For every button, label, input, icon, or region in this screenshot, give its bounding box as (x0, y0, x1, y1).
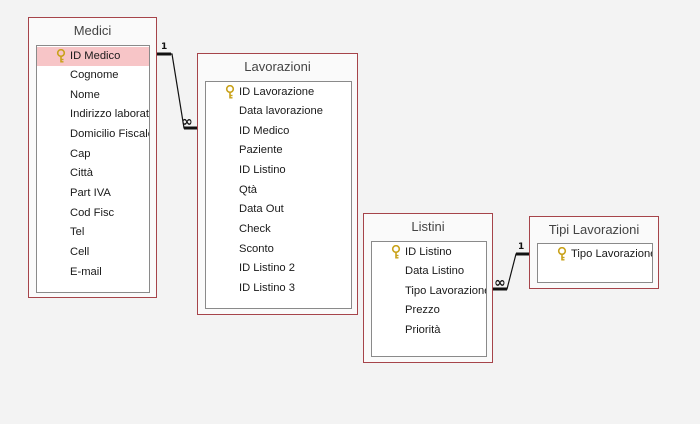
field-label: Indirizzo laborat (70, 108, 149, 120)
table-title[interactable]: Tipi Lavorazioni (530, 222, 658, 242)
field-label: E-mail (70, 266, 102, 278)
field-label: Tel (70, 226, 85, 238)
field-label: Nome (70, 89, 100, 101)
field-label: Prezzo (405, 304, 440, 316)
field-label: Cod Fisc (70, 207, 115, 219)
field-label: ID Listino (405, 246, 452, 258)
field-label: Paziente (239, 144, 283, 156)
primary-key-icon (56, 49, 66, 63)
primary-key-icon (225, 85, 235, 99)
field-list[interactable]: ID Lavorazione Data lavorazione ID Medic… (205, 81, 352, 309)
table-title[interactable]: Medici (29, 23, 156, 43)
field-row-id-lavorazione[interactable]: ID Lavorazione (206, 83, 351, 102)
table-title[interactable]: Lavorazioni (198, 59, 357, 79)
field-label: Data lavorazione (239, 105, 323, 117)
field-label: Part IVA (70, 187, 111, 199)
field-list[interactable]: ID Listino Data Listino Tipo Lavorazione… (371, 241, 487, 357)
field-label: ID Listino 2 (239, 262, 295, 274)
field-label: Città (70, 167, 94, 179)
field-row-id-medico[interactable]: ID Medico (37, 47, 149, 66)
relationship-many-label: ∞ (494, 275, 506, 291)
field-row-tipo-lavorazione[interactable]: Tipo Lavorazione (538, 245, 652, 264)
table-listini[interactable]: Listini ID Listino Data Listino Tipo Lav… (363, 213, 493, 363)
field-label: Data Out (239, 203, 284, 215)
field-label: Cognome (70, 69, 119, 81)
field-label: Data Listino (405, 265, 465, 277)
relationships-canvas[interactable]: 1 ∞ 1 ∞ Medici ID Medico Cognome Nome In… (0, 0, 700, 424)
relationship-many-label: ∞ (181, 114, 193, 130)
relationship-one-label: 1 (161, 42, 168, 52)
field-row-id-listino[interactable]: ID Listino (372, 243, 486, 262)
relationship-one-label: 1 (518, 242, 525, 252)
field-label: Check (239, 223, 271, 235)
table-lavorazioni[interactable]: Lavorazioni ID Lavorazione Data lavorazi… (197, 53, 358, 315)
field-list[interactable]: ID Medico Cognome Nome Indirizzo laborat… (36, 45, 150, 293)
field-label: ID Medico (70, 50, 121, 62)
field-label: Domicilio Fiscale (70, 128, 150, 140)
table-medici[interactable]: Medici ID Medico Cognome Nome Indirizzo … (28, 17, 157, 298)
field-label: Sconto (239, 243, 274, 255)
field-label: Cap (70, 148, 91, 160)
field-label: ID Listino (239, 164, 286, 176)
table-title[interactable]: Listini (364, 219, 492, 239)
field-label: ID Listino 3 (239, 282, 295, 294)
field-label: Tipo Lavorazione (571, 248, 653, 260)
field-label: Qtà (239, 184, 258, 196)
field-label: Priorità (405, 324, 441, 336)
field-label: Tipo Lavorazione (405, 285, 487, 297)
field-list[interactable]: Tipo Lavorazione (537, 243, 653, 283)
table-tipi-lavorazioni[interactable]: Tipi Lavorazioni Tipo Lavorazione (529, 216, 659, 289)
field-label: ID Medico (239, 125, 290, 137)
field-label: ID Lavorazione (239, 86, 315, 98)
primary-key-icon (391, 245, 401, 259)
primary-key-icon (557, 247, 567, 261)
field-label: Cell (70, 246, 90, 258)
